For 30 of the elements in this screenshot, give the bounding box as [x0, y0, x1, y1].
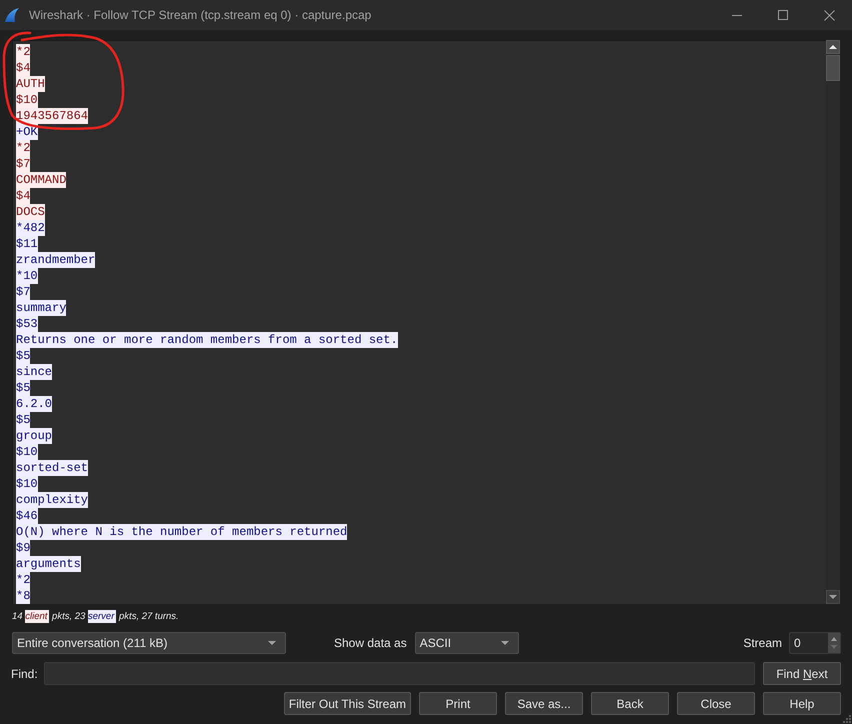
maximize-icon — [778, 10, 788, 20]
minimize-icon — [732, 14, 742, 16]
dialog-button[interactable]: Close — [677, 692, 755, 715]
caret-icon — [500, 641, 509, 645]
spin-arrows-icon — [828, 633, 840, 653]
up-arrow-icon — [829, 45, 837, 49]
scroll-thumb[interactable] — [826, 55, 840, 81]
dialog-button[interactable]: Print — [419, 692, 497, 715]
find-label: Find: — [11, 666, 38, 682]
dialog-button[interactable]: Filter Out This Stream — [284, 692, 411, 715]
scroll-up-button[interactable] — [826, 40, 840, 54]
resize-grip-icon[interactable] — [843, 715, 851, 723]
data-format-dropdown[interactable]: ASCII — [414, 632, 519, 654]
dialog-button[interactable]: Back — [591, 692, 669, 715]
stream-summary: 14 client pkts, 23 server pkts, 27 turns. — [12, 610, 179, 624]
scrollbar[interactable] — [826, 40, 840, 604]
window-title: Wireshark · Follow TCP Stream (tcp.stream eq 0) · capture.pcap — [29, 7, 372, 24]
find-field[interactable] — [44, 662, 755, 685]
show-data-as-label: Show data as — [334, 635, 407, 652]
stream-spinbox[interactable]: 0 — [789, 632, 841, 654]
caret-icon — [268, 641, 276, 645]
scroll-down-button[interactable] — [826, 590, 840, 604]
down-arrow-icon — [829, 595, 837, 599]
dialog-button[interactable]: Save as... — [505, 692, 583, 715]
find-next-button[interactable]: Find Next — [763, 662, 841, 685]
conversation-dropdown[interactable]: Entire conversation (211 kB) — [12, 632, 286, 654]
dialog-button[interactable]: Help — [763, 692, 841, 715]
close-icon — [824, 10, 834, 20]
stream-label: Stream — [743, 635, 782, 652]
shark-fin-icon — [5, 8, 19, 22]
